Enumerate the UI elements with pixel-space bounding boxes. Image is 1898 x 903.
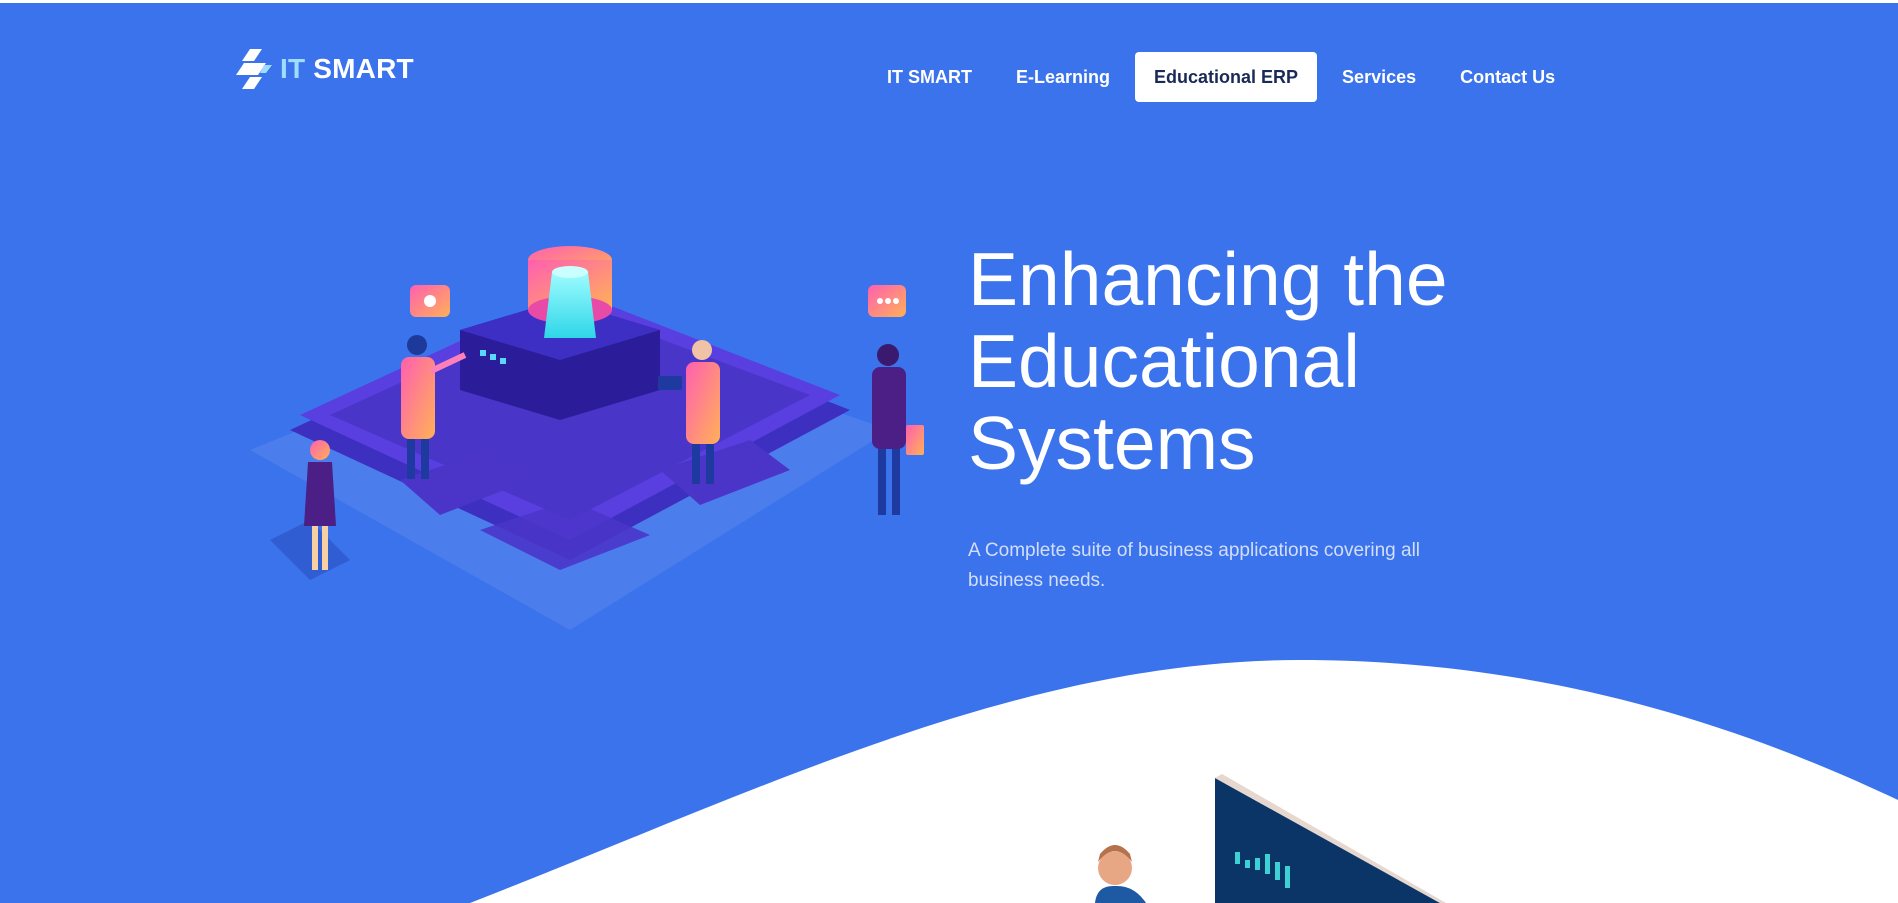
logo-text-prefix: IT <box>280 53 306 84</box>
logo-text-suffix: SMART <box>305 53 414 84</box>
nav-item-educational-erp[interactable]: Educational ERP <box>1135 52 1318 102</box>
site-header: IT SMART IT SMART E-Learning Educational… <box>0 3 1898 115</box>
logo-link[interactable]: IT SMART <box>236 47 414 91</box>
hero-title-line-3: Systems <box>968 401 1256 485</box>
main-nav: IT SMART E-Learning Educational ERP Serv… <box>868 52 1580 102</box>
nav-item-contact-us[interactable]: Contact Us <box>1441 52 1574 102</box>
hero-title: Enhancing the Educational Systems <box>968 238 1528 484</box>
section-divider-wave <box>470 660 1898 903</box>
hero-subtitle: A Complete suite of business application… <box>968 540 1421 591</box>
logo-text: IT SMART <box>280 53 414 85</box>
nav-item-it-smart[interactable]: IT SMART <box>868 52 991 102</box>
hero-illustration <box>250 246 924 630</box>
nav-item-e-learning[interactable]: E-Learning <box>997 52 1129 102</box>
logo-icon <box>236 49 272 89</box>
hero-title-line-1: Enhancing the <box>968 237 1448 321</box>
nav-item-services[interactable]: Services <box>1323 52 1435 102</box>
hero-title-line-2: Educational <box>968 319 1360 403</box>
